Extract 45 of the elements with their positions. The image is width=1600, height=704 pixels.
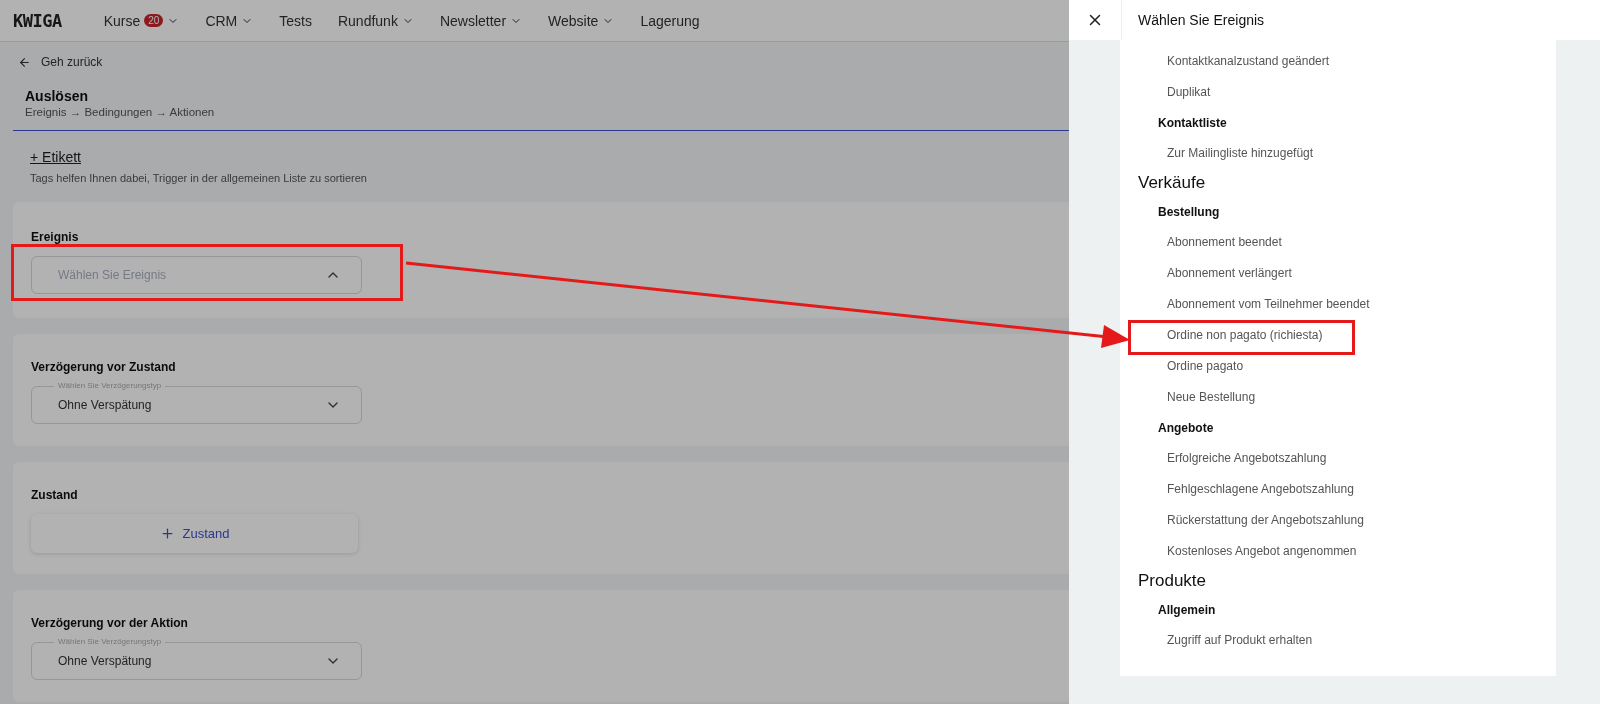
section-title: Zustand — [31, 488, 78, 502]
event-item[interactable]: Neue Bestellung — [1138, 382, 1556, 413]
drawer-title: Wählen Sie Ereignis — [1138, 12, 1265, 28]
plus-icon — [159, 526, 175, 541]
select-value: Ohne Verspätung — [58, 654, 152, 668]
nav-item[interactable]: Website — [548, 12, 615, 29]
nav-item[interactable]: Rundfunk — [337, 12, 414, 29]
nav-item[interactable]: Lagerung — [640, 12, 700, 29]
group-heading: Allgemein — [1158, 602, 1217, 619]
event-item[interactable]: Erfolgreiche Angebotszahlung — [1138, 443, 1556, 474]
count-badge: 20 — [144, 14, 164, 27]
nav-item[interactable]: Tests — [279, 12, 312, 29]
event-item[interactable]: Abonnement vom Teilnehmer beendet — [1138, 289, 1556, 320]
add-tag-link[interactable]: + Etikett — [30, 149, 81, 165]
event-item[interactable]: Ordine non pagato (richiesta) — [1138, 320, 1556, 351]
event-item[interactable]: Kostenloses Angebot angenommen — [1138, 536, 1556, 567]
event-item[interactable]: Ordine pagato — [1138, 351, 1556, 382]
section-title: Verzögerung vor Zustand — [31, 360, 176, 374]
group-heading: Angebote — [1158, 420, 1215, 437]
category-heading: Verkäufe — [1138, 172, 1207, 194]
tag-hint: Tags helfen Ihnen dabei, Trigger in der allgemeinen Liste zu sortieren — [30, 172, 367, 184]
add-condition-button[interactable]: Zustand — [31, 514, 358, 553]
back-link[interactable]: Geh zurück — [18, 55, 103, 69]
event-item[interactable]: Kontaktkanalzustand geändert — [1138, 46, 1556, 77]
event-item[interactable]: Zur Mailingliste hinzugefügt — [1138, 138, 1556, 169]
event-item[interactable]: Duplikat — [1138, 77, 1556, 108]
select-value: Ohne Verspätung — [58, 398, 152, 412]
event-item[interactable]: Zugriff auf Produkt erhalten — [1138, 625, 1556, 656]
group-heading: Kontaktliste — [1158, 115, 1228, 132]
event-item[interactable]: Abonnement verlängert — [1138, 258, 1556, 289]
nav-item[interactable]: CRM — [205, 12, 254, 29]
logo: KWIGA — [13, 10, 62, 31]
nav-item[interactable]: Kurse 20 — [103, 12, 180, 29]
group-heading: Bestellung — [1158, 204, 1221, 221]
category-heading: Produkte — [1138, 570, 1208, 592]
arrow-left-icon — [18, 55, 31, 69]
event-item[interactable]: Abonnement beendet — [1138, 227, 1556, 258]
event-item[interactable]: Rückerstattung der Angebotszahlung — [1138, 505, 1556, 536]
select-placeholder: Wählen Sie Ereignis — [58, 268, 167, 282]
event-item[interactable]: Fehlgeschlagene Angebotszahlung — [1138, 474, 1556, 505]
breadcrumb-steps: Ereignis → Bedingungen → Aktionen — [25, 106, 215, 118]
section-title: Ereignis — [31, 230, 79, 244]
page-title: Auslösen — [25, 88, 88, 104]
section-title: Verzögerung vor der Aktion — [31, 616, 188, 630]
nav-item[interactable]: Newsletter — [439, 12, 523, 29]
